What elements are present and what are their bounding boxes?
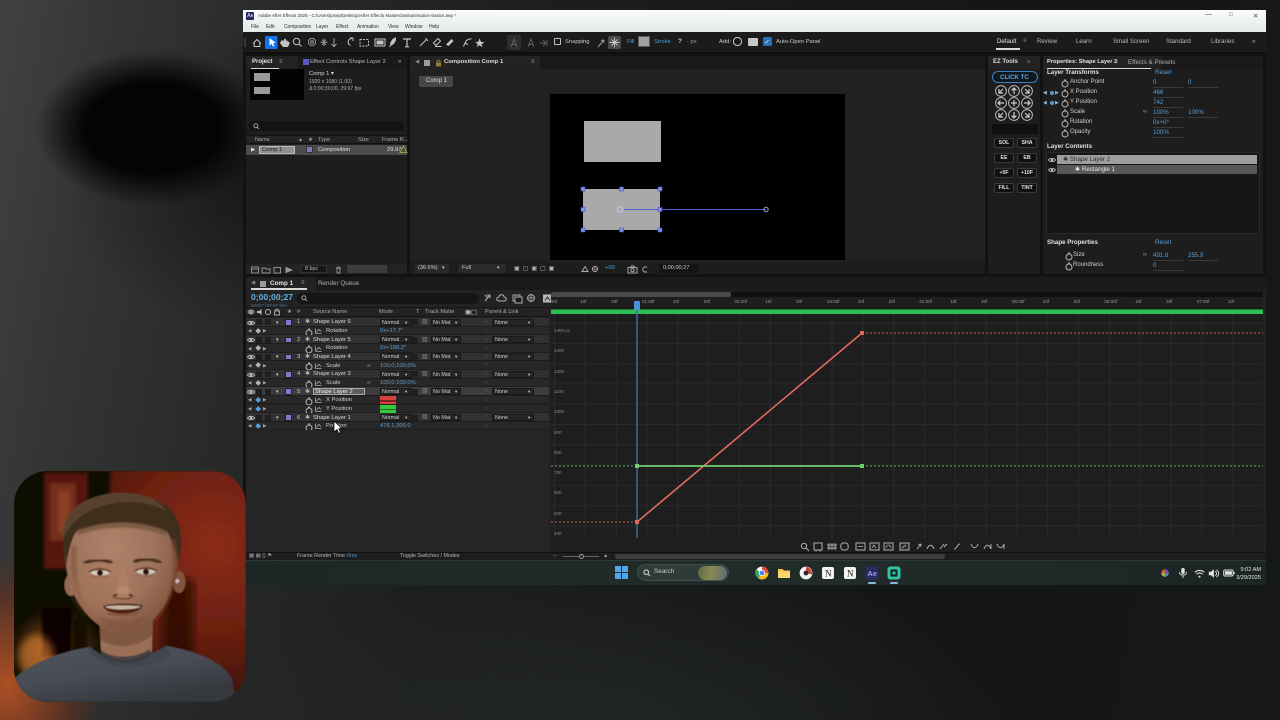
- svg-text:N: N: [847, 569, 854, 579]
- svg-text:N: N: [825, 569, 832, 579]
- svg-text:Ae: Ae: [867, 569, 877, 578]
